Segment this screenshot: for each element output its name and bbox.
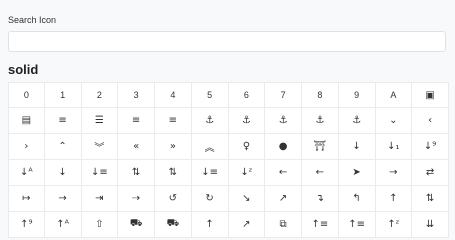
arrow-up-wide-short-icon[interactable]: ↑≡ — [338, 212, 376, 238]
arrow-up-long-icon[interactable]: ↑ — [191, 212, 229, 238]
arrow-right-from-bracket-icon[interactable]: ↦ — [8, 186, 45, 212]
arrow-down-icon[interactable]: ↓ — [338, 134, 376, 160]
digit-4-icon[interactable]: 4 — [155, 82, 192, 108]
arrow-up-from-water-pump-icon[interactable]: ⛟ — [155, 212, 192, 238]
arrow-down-short-wide-icon[interactable]: ↓≡ — [81, 160, 119, 186]
anchor-lock-icon[interactable]: ⚓ — [338, 108, 376, 134]
arrow-down-z-a-icon[interactable]: ↓ᶻ — [228, 160, 266, 186]
arrow-right-arrow-left-icon[interactable]: ⇄ — [412, 160, 449, 186]
archway-icon[interactable]: ⛩ — [302, 134, 339, 160]
digit-3-icon[interactable]: 3 — [118, 82, 155, 108]
arrow-up-from-bracket-icon[interactable]: ⇧ — [81, 212, 119, 238]
angle-right-icon[interactable]: › — [8, 134, 45, 160]
section-title: solid — [8, 62, 39, 77]
digit-6-icon[interactable]: 6 — [228, 82, 266, 108]
search-input[interactable] — [8, 31, 446, 52]
arrow-up-from-ground-water-icon[interactable]: ⛟ — [118, 212, 155, 238]
arrow-down-long-icon[interactable]: ↓ — [44, 160, 82, 186]
search-label: Search Icon — [8, 15, 57, 25]
arrow-trend-down-icon[interactable]: ↘ — [228, 186, 266, 212]
arrow-turn-up-icon[interactable]: ↰ — [338, 186, 376, 212]
align-left-icon[interactable]: ≡ — [118, 108, 155, 134]
icon-grid: 0 1 2 3 4 5 6 7 8 9 A ▣ ▤ ≡ ☰ ≡ ≡ ⚓ ⚓ ⚓ ⚓ ⚓ ⌄ ‹ › ⌃ ︾ «» ︽ ♀ ● ⛩ ↓ ↓₁ ↓⁹ ↓ᴬ… — [8, 82, 449, 238]
align-justify-icon[interactable]: ☰ — [81, 108, 119, 134]
digit-8-icon[interactable]: 8 — [302, 82, 339, 108]
arrow-up-short-wide-icon[interactable]: ↑≡ — [302, 212, 339, 238]
ankh-icon[interactable]: ♀ — [228, 134, 266, 160]
angles-up-icon[interactable]: ︽ — [191, 134, 229, 160]
arrow-pointer-icon[interactable]: ➤ — [338, 160, 376, 186]
arrow-down-up-across-line-icon[interactable]: ⇅ — [118, 160, 155, 186]
arrow-left-long-icon[interactable]: ← — [302, 160, 339, 186]
align-center-icon[interactable]: ≡ — [44, 108, 82, 134]
arrow-right-to-city-icon[interactable]: ⇢ — [118, 186, 155, 212]
angle-up-icon[interactable]: ⌃ — [44, 134, 82, 160]
angles-down-icon[interactable]: ︾ — [81, 134, 119, 160]
arrow-up-z-a-icon[interactable]: ↑ᶻ — [375, 212, 413, 238]
letter-a-icon[interactable]: A — [375, 82, 413, 108]
arrow-down-9-1-icon[interactable]: ↓⁹ — [412, 134, 449, 160]
angles-left-icon[interactable]: « — [118, 134, 155, 160]
anchor-circle-exclamation-icon[interactable]: ⚓ — [265, 108, 302, 134]
arrow-up-1-9-icon[interactable]: ⇅ — [412, 186, 449, 212]
anchor-icon[interactable]: ⚓ — [191, 108, 229, 134]
arrow-trend-up-icon[interactable]: ↗ — [265, 186, 302, 212]
arrow-right-icon[interactable]: → — [375, 160, 413, 186]
arrow-down-1-9-icon[interactable]: ↓₁ — [375, 134, 413, 160]
anchor-circle-check-icon[interactable]: ⚓ — [228, 108, 266, 134]
digit-7-icon[interactable]: 7 — [265, 82, 302, 108]
arrow-left-icon[interactable]: ← — [265, 160, 302, 186]
arrows-down-to-line-icon[interactable]: ⇊ — [412, 212, 449, 238]
arrow-turn-down-icon[interactable]: ↴ — [302, 186, 339, 212]
arrow-down-up-lock-icon[interactable]: ⇅ — [155, 160, 192, 186]
arrow-up-right-dots-icon[interactable]: ↗ — [228, 212, 266, 238]
angles-right-icon[interactable]: » — [155, 134, 192, 160]
arrow-up-icon[interactable]: ↑ — [375, 186, 413, 212]
arrow-up-9-1-icon[interactable]: ↑⁹ — [8, 212, 45, 238]
apple-whole-icon[interactable]: ● — [265, 134, 302, 160]
arrow-down-a-z-icon[interactable]: ↓ᴬ — [8, 160, 45, 186]
address-card-icon[interactable]: ▤ — [8, 108, 45, 134]
arrow-down-wide-short-icon[interactable]: ↓≡ — [191, 160, 229, 186]
arrow-right-long-icon[interactable]: → — [44, 186, 82, 212]
arrow-up-right-from-square-icon[interactable]: ⧉ — [265, 212, 302, 238]
align-right-icon[interactable]: ≡ — [155, 108, 192, 134]
angle-left-icon[interactable]: ‹ — [412, 108, 449, 134]
digit-1-icon[interactable]: 1 — [44, 82, 82, 108]
angle-down-icon[interactable]: ⌄ — [375, 108, 413, 134]
anchor-circle-xmark-icon[interactable]: ⚓ — [302, 108, 339, 134]
digit-9-icon[interactable]: 9 — [338, 82, 376, 108]
arrow-right-to-bracket-icon[interactable]: ⇥ — [81, 186, 119, 212]
digit-2-icon[interactable]: 2 — [81, 82, 119, 108]
digit-5-icon[interactable]: 5 — [191, 82, 229, 108]
digit-0-icon[interactable]: 0 — [8, 82, 45, 108]
arrow-rotate-left-icon[interactable]: ↺ — [155, 186, 192, 212]
arrow-rotate-right-icon[interactable]: ↻ — [191, 186, 229, 212]
arrow-up-a-z-icon[interactable]: ↑ᴬ — [44, 212, 82, 238]
address-book-icon[interactable]: ▣ — [412, 82, 449, 108]
